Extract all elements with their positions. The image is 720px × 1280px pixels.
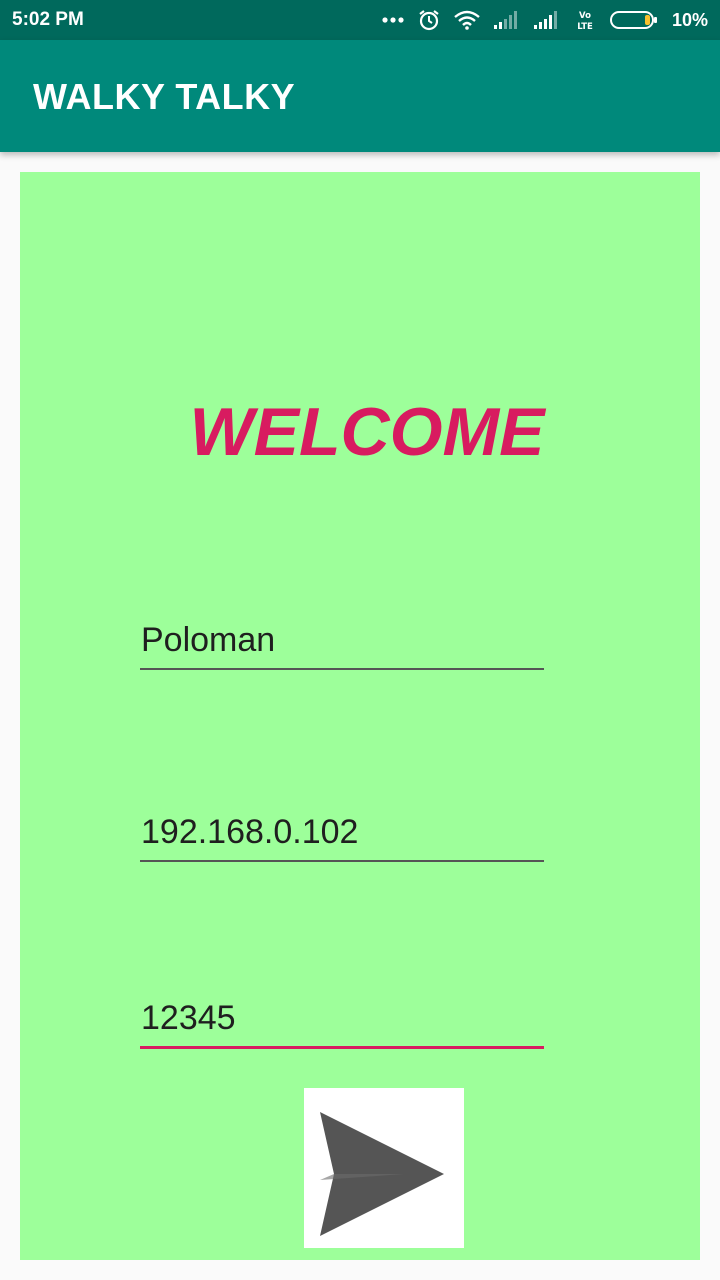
status-icons: Vo LTE 10% bbox=[382, 6, 708, 34]
alarm-icon bbox=[418, 9, 440, 31]
signal-1-icon bbox=[493, 11, 520, 29]
send-icon bbox=[320, 1112, 444, 1236]
send-button[interactable] bbox=[304, 1088, 464, 1248]
battery-icon bbox=[609, 10, 658, 30]
name-field-value: Poloman bbox=[141, 621, 276, 659]
more-dots-icon bbox=[382, 16, 404, 24]
name-field[interactable]: Poloman bbox=[140, 618, 544, 670]
app-title: WALKY TALKY bbox=[33, 76, 296, 117]
ip-address-field-value: 192.168.0.102 bbox=[141, 813, 359, 851]
signal-2-icon bbox=[533, 11, 560, 29]
svg-text:Vo: Vo bbox=[579, 11, 591, 21]
port-field[interactable]: 12345 bbox=[140, 996, 544, 1049]
wifi-icon bbox=[454, 10, 480, 30]
battery-percent: 10% bbox=[671, 10, 708, 30]
app-bar: WALKY TALKY bbox=[0, 40, 720, 152]
volte-icon: Vo LTE bbox=[574, 9, 596, 31]
welcome-heading: WELCOME bbox=[189, 394, 545, 470]
port-field-value: 12345 bbox=[141, 999, 236, 1037]
status-bar: 5:02 PM Vo LTE 10% bbox=[0, 0, 720, 40]
main-panel: WELCOME Poloman 192.168.0.102 12345 bbox=[20, 172, 700, 1260]
ip-address-field[interactable]: 192.168.0.102 bbox=[140, 810, 544, 862]
svg-text:LTE: LTE bbox=[577, 22, 593, 31]
status-time: 5:02 PM bbox=[12, 9, 84, 30]
